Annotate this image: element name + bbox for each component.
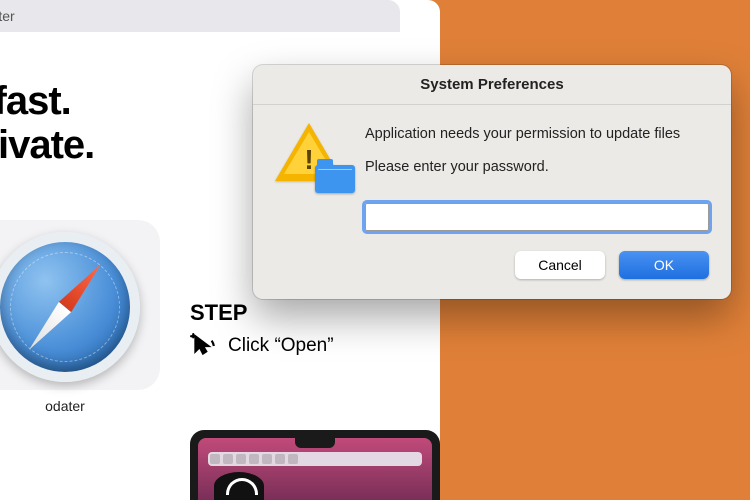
cursor-click-icon bbox=[190, 333, 216, 359]
step-instruction-row: Click “Open” bbox=[190, 333, 334, 359]
password-input[interactable] bbox=[365, 203, 709, 231]
dialog-title: System Preferences bbox=[253, 65, 731, 105]
dialog-message-1: Application needs your permission to upd… bbox=[365, 123, 680, 146]
installer-title-text: Jpdater bbox=[0, 8, 15, 24]
hero-text: ari g fast. private. bbox=[0, 60, 94, 167]
password-dialog: System Preferences ! Application needs y… bbox=[253, 65, 731, 299]
installer-titlebar: Jpdater bbox=[0, 0, 400, 32]
step-heading: STEP bbox=[190, 300, 247, 326]
safari-compass-icon bbox=[0, 232, 140, 382]
hero-line-1: g fast. bbox=[0, 79, 71, 123]
cancel-button[interactable]: Cancel bbox=[515, 251, 605, 279]
folder-icon bbox=[315, 165, 355, 193]
hero-hint: ari bbox=[0, 60, 94, 75]
step-instruction-text: Click “Open” bbox=[228, 335, 334, 357]
warning-icon: ! bbox=[275, 123, 347, 187]
dialog-message-2: Please enter your password. bbox=[365, 156, 680, 179]
app-icon-label: odater bbox=[45, 398, 85, 414]
app-icon-tile[interactable]: odater bbox=[0, 220, 160, 390]
hero-line-2: private. bbox=[0, 123, 94, 167]
ok-button[interactable]: OK bbox=[619, 251, 709, 279]
laptop-illustration bbox=[190, 430, 440, 500]
